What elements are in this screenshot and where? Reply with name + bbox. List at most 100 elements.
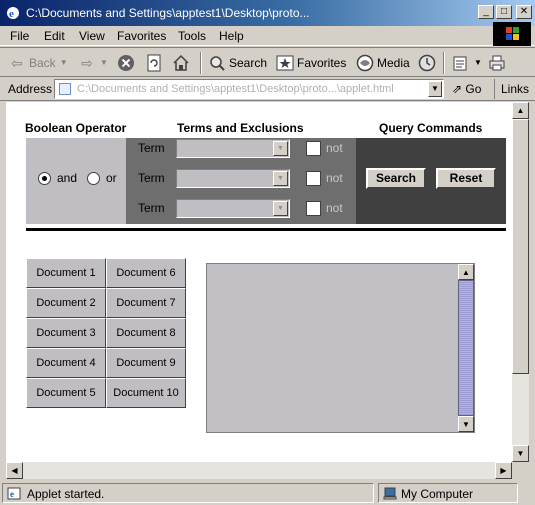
term-combo-3[interactable]: ▼ [176,199,290,218]
not-label-2: not [326,171,343,185]
ie-icon: e [7,7,19,20]
stop-icon [118,55,134,71]
chevron-down-icon[interactable]: ▼ [273,171,288,186]
not-checkbox-2[interactable] [306,171,321,186]
refresh-button[interactable] [145,53,163,73]
commands-panel: Search Reset [356,138,506,224]
scroll-left-icon[interactable]: ◀ [6,462,23,479]
document-9-button[interactable]: Document 9 [106,348,186,378]
text-area-scroll-thumb[interactable] [458,280,474,416]
close-button[interactable]: ✕ [516,5,532,19]
scroll-up-icon[interactable]: ▲ [458,264,474,280]
toolbar: ⇦ Back ▼ ⇨ ▼ Search Favorites Media ▼ [0,47,535,77]
search-button[interactable]: Search [208,53,267,73]
go-button[interactable]: ⇗ Go [452,82,481,96]
operator-panel: and or [26,138,126,224]
scroll-down-icon[interactable]: ▼ [458,416,474,432]
search-icon [210,56,225,71]
favorites-label: Favorites [297,56,347,70]
document-3-button[interactable]: Document 3 [26,318,106,348]
and-radio[interactable] [38,172,51,185]
back-dropdown-icon[interactable]: ▼ [59,54,69,72]
mail-button[interactable]: ▼ [452,53,483,73]
scroll-right-icon[interactable]: ▶ [495,462,512,479]
go-arrow-icon: ⇗ [452,82,463,96]
document-5-button[interactable]: Document 5 [26,378,106,408]
links-button[interactable]: Links [494,79,534,99]
menu-edit[interactable]: Edit [44,29,65,43]
scroll-up-icon[interactable]: ▲ [512,102,529,119]
not-checkbox-1[interactable] [306,141,321,156]
document-7-button[interactable]: Document 7 [106,288,186,318]
mail-dropdown-icon[interactable]: ▼ [473,54,483,72]
menu-bar: File Edit View Favorites Tools Help [0,26,535,46]
term-label-3: Term [138,201,165,215]
menu-favorites[interactable]: Favorites [117,29,166,43]
status-text: Applet started. [27,487,105,501]
stop-button[interactable] [117,53,135,73]
term-combo-2[interactable]: ▼ [176,169,290,188]
forward-dropdown-icon[interactable]: ▼ [99,54,109,72]
document-8-button[interactable]: Document 8 [106,318,186,348]
term-combo-1[interactable]: ▼ [176,139,290,158]
home-button[interactable] [172,53,190,73]
document-1-button[interactable]: Document 1 [26,258,106,288]
text-area-scrollbar[interactable]: ▲ ▼ [458,264,474,432]
my-computer-icon [383,487,397,500]
not-label-3: not [326,201,343,215]
page-icon [59,83,71,95]
not-checkbox-3[interactable] [306,201,321,216]
chevron-down-icon[interactable]: ▼ [273,201,288,216]
back-label: Back [29,56,56,70]
print-icon [489,55,505,71]
history-button[interactable] [418,53,436,73]
favorites-button[interactable]: Favorites [276,53,346,73]
mail-icon [453,56,467,71]
menu-file[interactable]: File [10,29,29,43]
menu-view[interactable]: View [79,29,105,43]
document-2-button[interactable]: Document 2 [26,288,106,318]
search-query-button[interactable]: Search [366,168,426,189]
scroll-down-icon[interactable]: ▼ [512,445,529,462]
title-bar: e C:\Documents and Settings\apptest1\Des… [0,0,535,26]
term-label-1: Term [138,141,165,155]
or-radio[interactable] [87,172,100,185]
back-arrow-icon: ⇦ [11,55,23,71]
favorites-star-icon [276,55,294,71]
address-bar: Address C:\Documents and Settings\apptes… [0,77,535,101]
page-scroll-thumb[interactable] [512,119,529,374]
media-icon [356,54,374,72]
chevron-down-icon[interactable]: ▼ [273,141,288,156]
svg-text:e: e [10,489,14,499]
maximize-button[interactable]: □ [496,5,512,19]
status-text-panel: e Applet started. [2,483,374,503]
menu-help[interactable]: Help [219,29,244,43]
toolbar-separator [200,52,202,74]
page-vertical-scrollbar[interactable]: ▲ ▼ [512,102,529,462]
search-label: Search [229,56,268,70]
page-content: Boolean Operator Terms and Exclusions Qu… [6,102,512,462]
forward-button[interactable]: ⇨ ▼ [78,53,109,73]
document-4-button[interactable]: Document 4 [26,348,106,378]
query-commands-header: Query Commands [379,121,483,135]
home-icon [173,54,189,71]
menu-tools[interactable]: Tools [178,29,206,43]
or-label: or [106,171,117,185]
document-10-button[interactable]: Document 10 [106,378,186,408]
refresh-icon [147,54,161,72]
status-bar: e Applet started. My Computer [0,481,535,505]
print-button[interactable] [488,53,506,73]
document-text-area[interactable]: ▲ ▼ [206,263,475,433]
go-label: Go [465,82,482,96]
address-dropdown-button[interactable]: ▼ [428,81,442,97]
minimize-button[interactable]: _ [478,5,494,19]
page-horizontal-scrollbar[interactable]: ◀ ▶ [6,462,512,479]
address-input[interactable]: C:\Documents and Settings\apptest1\Deskt… [54,79,444,99]
terms-exclusions-header: Terms and Exclusions [177,121,304,135]
media-button[interactable]: Media [356,53,410,73]
reset-button[interactable]: Reset [436,168,496,189]
back-button[interactable]: ⇦ Back ▼ [8,53,69,73]
term-label-2: Term [138,171,165,185]
address-label: Address [8,82,53,96]
document-6-button[interactable]: Document 6 [106,258,186,288]
